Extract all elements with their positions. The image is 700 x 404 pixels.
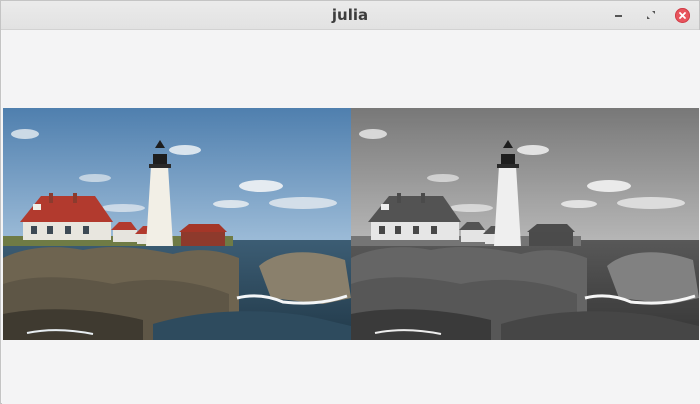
grayscale-image xyxy=(351,108,699,340)
window-title: julia xyxy=(331,6,369,24)
minimize-icon xyxy=(615,15,622,17)
color-image xyxy=(3,108,351,340)
close-button[interactable] xyxy=(674,7,690,23)
app-window: julia xyxy=(0,0,700,404)
maximize-button[interactable] xyxy=(643,7,659,23)
minimize-button[interactable] xyxy=(611,7,627,23)
close-icon xyxy=(674,7,690,23)
maximize-icon xyxy=(647,11,655,19)
title-bar[interactable]: julia xyxy=(1,1,699,30)
canvas-area xyxy=(2,30,700,404)
lighthouse-photo-color xyxy=(3,108,351,340)
lighthouse-photo-grayscale xyxy=(351,108,699,340)
